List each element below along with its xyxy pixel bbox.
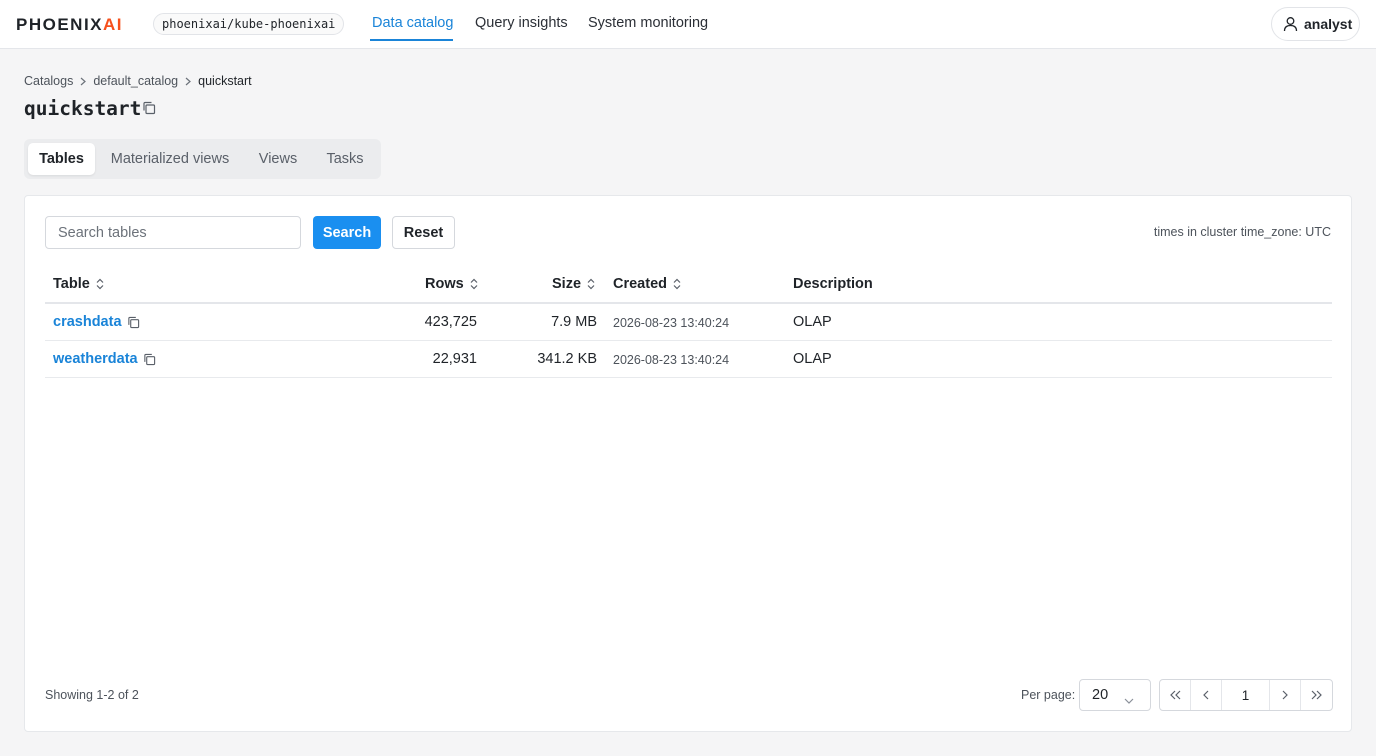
copy-icon[interactable]	[143, 353, 156, 366]
tab-views[interactable]: Views	[245, 143, 311, 175]
sort-icon	[587, 278, 595, 290]
phoenixai-logo[interactable]: PHOENIXAI	[16, 15, 123, 35]
page-title: quickstart	[24, 97, 142, 120]
tab-materialized-views[interactable]: Materialized views	[101, 143, 239, 175]
created-date: 2026-08-23 13:40:24	[613, 316, 730, 330]
nav-tab-query-insights[interactable]: Query insights	[475, 15, 568, 31]
created-date: 2026-08-23 13:40:24	[613, 353, 730, 367]
breadcrumb-default-catalog[interactable]: default_catalog	[93, 74, 178, 88]
current-page-input[interactable]	[1222, 680, 1270, 710]
row-count: 423,725	[424, 314, 477, 330]
search-tables-input[interactable]	[45, 216, 301, 249]
column-header-size[interactable]: Size	[552, 276, 595, 292]
table-name-text: crashdata	[53, 314, 122, 330]
column-header-label: Size	[552, 276, 582, 292]
nav-tab-data-catalog[interactable]: Data catalog	[372, 15, 453, 31]
chevron-right-icon	[1282, 687, 1288, 703]
reset-button[interactable]: Reset	[392, 216, 455, 249]
previous-page-button[interactable]	[1191, 680, 1222, 710]
sort-icon	[96, 278, 104, 290]
logo-text-accent: AI	[103, 15, 124, 34]
last-page-button[interactable]	[1301, 680, 1332, 710]
double-chevron-right-icon	[1311, 687, 1322, 703]
table-row: weatherdata 22,931 341.2 KB 2026-08-23 1…	[45, 341, 1332, 378]
tables-table: Table Rows Size Created Description cras…	[45, 266, 1332, 378]
tab-tables[interactable]: Tables	[28, 143, 95, 175]
table-name-text: weatherdata	[53, 351, 138, 367]
tables-panel: Search Reset times in cluster time_zone:…	[24, 195, 1352, 732]
column-header-table[interactable]: Table	[53, 276, 104, 292]
sort-icon	[673, 278, 681, 290]
user-icon	[1283, 16, 1298, 35]
pagination-summary: Showing 1-2 of 2	[45, 688, 139, 702]
column-header-label: Created	[613, 276, 667, 292]
user-name: analyst	[1304, 16, 1353, 32]
table-name-link[interactable]: crashdata	[53, 314, 140, 330]
cluster-name-chip: phoenixai/kube-phoenixai	[153, 13, 345, 35]
column-header-label: Rows	[425, 276, 464, 292]
breadcrumb: Catalogs default_catalog quickstart	[24, 73, 252, 89]
nav-tab-system-monitoring[interactable]: System monitoring	[588, 15, 708, 31]
chevron-down-icon	[1124, 691, 1134, 707]
breadcrumb-catalogs[interactable]: Catalogs	[24, 74, 73, 88]
per-page-value: 20	[1092, 687, 1109, 703]
next-page-button[interactable]	[1270, 680, 1301, 710]
chevron-left-icon	[1203, 687, 1209, 703]
search-button[interactable]: Search	[313, 216, 381, 249]
copy-icon[interactable]	[127, 316, 140, 329]
user-menu-button[interactable]: analyst	[1271, 7, 1360, 41]
row-count: 22,931	[432, 351, 477, 367]
timezone-note: times in cluster time_zone: UTC	[1153, 225, 1331, 239]
table-header-row: Table Rows Size Created Description	[45, 266, 1332, 304]
table-description: OLAP	[793, 314, 832, 330]
table-size: 341.2 KB	[537, 351, 597, 367]
pagination-controls	[1159, 679, 1333, 711]
object-type-tabs: Tables Materialized views Views Tasks	[24, 139, 381, 179]
table-description: OLAP	[793, 351, 832, 367]
table-name-link[interactable]: weatherdata	[53, 351, 156, 367]
table-row: crashdata 423,725 7.9 MB 2026-08-23 13:4…	[45, 304, 1332, 341]
copy-icon[interactable]	[142, 101, 156, 118]
logo-text-main: PHOENIX	[16, 15, 104, 34]
column-header-created[interactable]: Created	[613, 276, 681, 292]
top-navigation-bar: PHOENIXAI phoenixai/kube-phoenixai Data …	[0, 0, 1376, 49]
per-page-label: Per page:	[1021, 688, 1076, 702]
table-size: 7.9 MB	[551, 314, 597, 330]
column-header-description: Description	[793, 276, 873, 292]
first-page-button[interactable]	[1160, 680, 1191, 710]
double-chevron-left-icon	[1169, 687, 1181, 703]
chevron-right-icon	[80, 77, 87, 86]
column-header-label: Table	[53, 276, 90, 292]
sort-icon	[470, 278, 478, 290]
breadcrumb-current: quickstart	[198, 74, 252, 88]
tab-tasks[interactable]: Tasks	[317, 143, 373, 175]
chevron-right-icon	[185, 77, 192, 86]
column-header-rows[interactable]: Rows	[425, 276, 478, 292]
nav-active-underline	[370, 39, 453, 41]
per-page-select[interactable]: 20	[1079, 679, 1151, 711]
